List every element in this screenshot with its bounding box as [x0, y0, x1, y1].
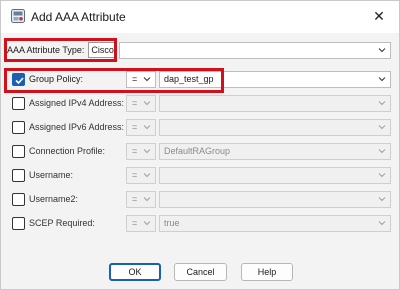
chevron-down-icon	[143, 197, 151, 202]
close-icon: ✕	[373, 7, 385, 24]
attribute-value-dropdown[interactable]: DefaultRAGroup	[159, 143, 391, 160]
attribute-type-label: AAA Attribute Type:	[7, 45, 85, 55]
attribute-value: DefaultRAGroup	[164, 146, 231, 156]
attribute-label: Connection Profile:	[29, 146, 106, 156]
operator-dropdown[interactable]: =	[126, 167, 156, 184]
operator-dropdown[interactable]: =	[126, 95, 156, 112]
chevron-down-icon	[378, 149, 386, 154]
chevron-down-icon	[378, 48, 386, 53]
cancel-button[interactable]: Cancel	[174, 263, 227, 281]
help-button-label: Help	[257, 267, 277, 277]
attribute-row: Connection Profile: = DefaultRAGroup	[1, 142, 400, 164]
attribute-label: Assigned IPv4 Address:	[29, 98, 125, 108]
attribute-checkbox[interactable]	[12, 97, 25, 110]
ok-button-label: OK	[128, 267, 142, 277]
chevron-down-icon	[378, 173, 386, 178]
attribute-label: Group Policy:	[29, 74, 84, 84]
chevron-down-icon	[378, 101, 386, 106]
operator-value: =	[132, 218, 138, 228]
attribute-value-dropdown[interactable]	[159, 95, 391, 112]
chevron-down-icon	[378, 221, 386, 226]
help-button[interactable]: Help	[241, 263, 293, 281]
attribute-checkbox[interactable]	[12, 73, 25, 86]
operator-value: =	[132, 98, 138, 108]
ok-button[interactable]: OK	[109, 263, 161, 281]
attribute-value: dap_test_gp	[164, 74, 214, 84]
operator-dropdown[interactable]: =	[126, 143, 156, 160]
chevron-down-icon	[143, 125, 151, 130]
attribute-value-dropdown[interactable]	[159, 119, 391, 136]
attribute-type-dropdown[interactable]	[119, 42, 391, 59]
chevron-down-icon	[143, 221, 151, 226]
operator-dropdown[interactable]: =	[126, 119, 156, 136]
operator-value: =	[132, 194, 138, 204]
attribute-row: Assigned IPv4 Address: =	[1, 94, 400, 116]
close-button[interactable]: ✕	[367, 5, 391, 27]
attribute-checkbox[interactable]	[12, 217, 25, 230]
attribute-label: SCEP Required:	[29, 218, 95, 228]
operator-value: =	[132, 74, 138, 84]
operator-value: =	[132, 122, 138, 132]
attribute-checkbox[interactable]	[12, 193, 25, 206]
chevron-down-icon	[143, 77, 151, 82]
attribute-label: Assigned IPv6 Address:	[29, 122, 125, 132]
attribute-value-dropdown[interactable]: true	[159, 215, 391, 232]
operator-dropdown[interactable]: =	[126, 71, 156, 88]
operator-value: =	[132, 146, 138, 156]
checkmark-icon	[15, 77, 24, 85]
chevron-down-icon	[143, 173, 151, 178]
attribute-row: Username: =	[1, 166, 400, 188]
attribute-value-dropdown[interactable]	[159, 167, 391, 184]
title-bar: Add AAA Attribute ✕	[1, 1, 399, 33]
attribute-row: Assigned IPv6 Address: =	[1, 118, 400, 140]
attribute-value: true	[164, 218, 180, 228]
attribute-value-dropdown[interactable]: dap_test_gp	[159, 71, 391, 88]
attribute-row: Username2: =	[1, 190, 400, 212]
attribute-row: Group Policy: = dap_test_gp	[1, 70, 400, 92]
operator-dropdown[interactable]: =	[126, 215, 156, 232]
add-aaa-attribute-dialog: Add AAA Attribute ✕ AAA Attribute Type: …	[0, 0, 400, 290]
operator-value: =	[132, 170, 138, 180]
chevron-down-icon	[378, 125, 386, 130]
attribute-checkbox[interactable]	[12, 145, 25, 158]
chevron-down-icon	[143, 101, 151, 106]
dialog-title: Add AAA Attribute	[31, 10, 126, 24]
operator-dropdown[interactable]: =	[126, 191, 156, 208]
cancel-button-label: Cancel	[186, 267, 215, 277]
attribute-row: SCEP Required: = true	[1, 214, 400, 236]
attribute-label: Username2:	[29, 194, 79, 204]
aaa-attribute-icon	[11, 9, 25, 23]
chevron-down-icon	[143, 149, 151, 154]
attribute-checkbox[interactable]	[12, 121, 25, 134]
chevron-down-icon	[378, 197, 386, 202]
attribute-label: Username:	[29, 170, 74, 180]
chevron-down-icon	[378, 77, 386, 82]
attribute-type-value: Cisco	[88, 42, 117, 58]
attribute-type-row: AAA Attribute Type: Cisco	[7, 41, 117, 59]
attribute-value-dropdown[interactable]	[159, 191, 391, 208]
attribute-checkbox[interactable]	[12, 169, 25, 182]
